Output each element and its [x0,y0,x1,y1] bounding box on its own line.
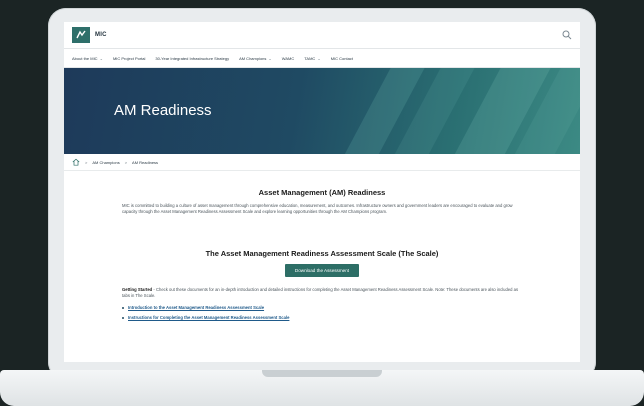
site-logo-icon[interactable] [72,27,90,43]
bullet-icon [122,316,124,319]
nav-item-label: 30-Year Integrated Infrastructure Strate… [155,55,230,61]
hero-banner: AM Readiness [64,68,580,154]
document-list: Introduction to the Asset Management Rea… [122,305,522,320]
introduction-document-link[interactable]: Introduction to the Asset Management Rea… [128,305,264,310]
site-header: MIC [64,22,580,49]
instructions-document-link[interactable]: Instructions for Completing the Asset Ma… [128,315,289,320]
list-item: Instructions for Completing the Asset Ma… [122,315,522,320]
site-name[interactable]: MIC [95,32,107,38]
getting-started-paragraph: Getting Started - Check out these docume… [122,287,522,299]
breadcrumb-separator: > [85,159,88,165]
section-heading: Asset Management (AM) Readiness [258,188,386,197]
download-assessment-button[interactable]: Download the Assessment [284,264,360,277]
breadcrumb: > AM Champions > AM Readiness [64,154,580,171]
getting-started-label: Getting Started [122,287,153,292]
laptop-notch [262,370,382,377]
nav-item-tamc[interactable]: TAMC ⌄ [304,56,320,61]
chevron-down-icon: ⌄ [99,55,103,61]
breadcrumb-item-am-readiness: AM Readiness [132,159,159,165]
chevron-down-icon: ⌄ [268,55,272,61]
nav-item-about[interactable]: About the MIC ⌄ [72,56,103,61]
main-content: Asset Management (AM) Readiness MIC is c… [64,188,580,320]
bullet-icon [122,306,124,309]
scale-heading: The Asset Management Readiness Assessmen… [205,249,439,258]
nav-item-am-champions[interactable]: AM Champions ⌄ [239,56,272,61]
nav-item-label: TAMC [304,55,316,61]
breadcrumb-item-am-champions[interactable]: AM Champions [92,160,119,165]
nav-item-label: About the MIC [72,55,98,61]
nav-item-strategy[interactable]: 30-Year Integrated Infrastructure Strate… [155,56,229,61]
nav-item-contact[interactable]: MIC Contact [331,56,353,61]
search-icon[interactable] [562,30,572,40]
main-nav: About the MIC ⌄ MIC Project Portal 30-Ye… [64,49,580,68]
list-item: Introduction to the Asset Management Rea… [122,305,522,310]
page-title: AM Readiness [114,102,212,119]
nav-item-wamc[interactable]: WAMC [282,56,295,61]
breadcrumb-separator: > [124,159,128,165]
laptop-screen: MIC About the MIC ⌄ MIC Project Portal 3… [64,22,580,362]
intro-paragraph: MIC is committed to building a culture o… [122,203,513,214]
home-icon[interactable] [72,158,80,166]
chevron-down-icon: ⌄ [317,55,321,61]
nav-item-label: MIC Project Portal [112,55,146,61]
nav-item-label: AM Champions [239,55,267,61]
nav-item-project-portal[interactable]: MIC Project Portal [113,56,145,61]
nav-item-label: MIC Contact [330,55,353,61]
getting-started-text: - Check out these documents for an in-de… [122,287,519,298]
nav-item-label: WAMC [281,55,295,61]
